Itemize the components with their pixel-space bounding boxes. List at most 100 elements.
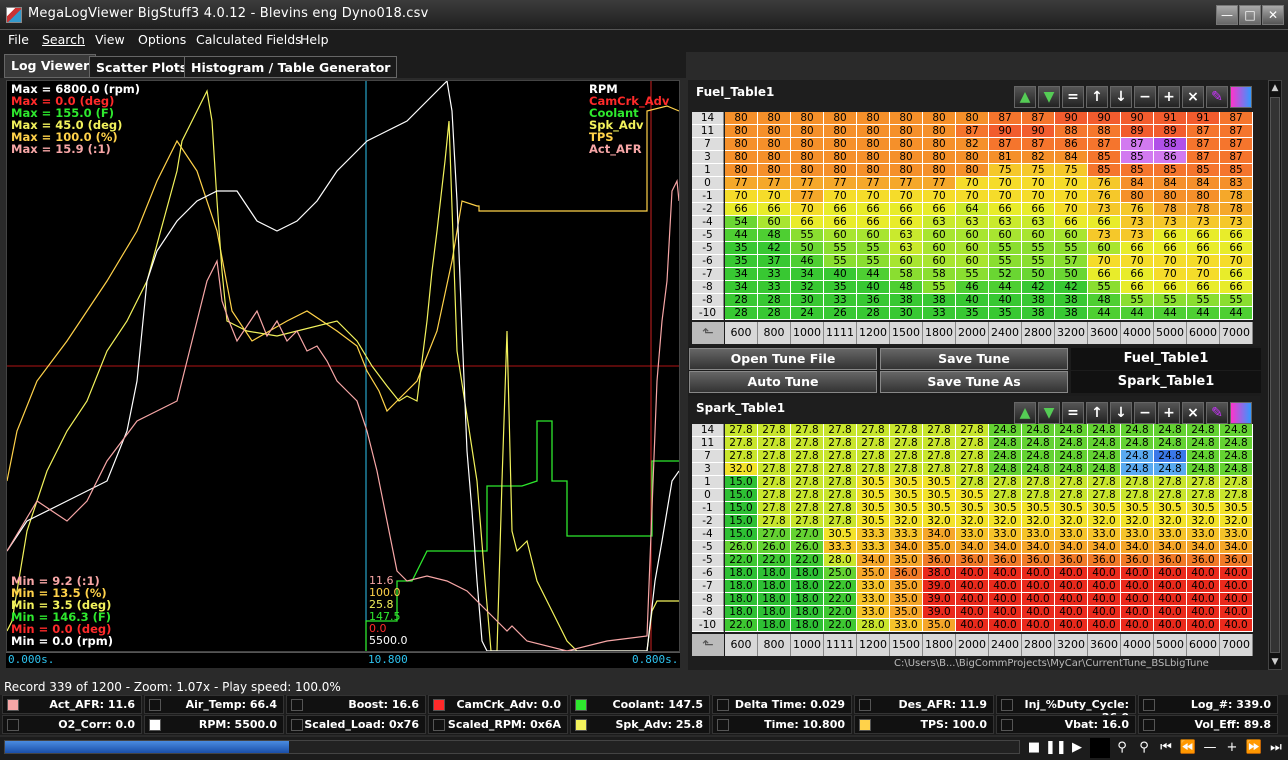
table-cell[interactable]: 24.8 bbox=[1088, 437, 1121, 450]
pencil-icon[interactable]: ✎ bbox=[1206, 402, 1228, 424]
table-cell[interactable]: 55 bbox=[989, 255, 1022, 268]
table-cell[interactable]: 70 bbox=[890, 190, 923, 203]
table-cell[interactable]: 55 bbox=[1187, 294, 1220, 307]
table-cell[interactable]: 40 bbox=[857, 281, 890, 294]
table-cell[interactable]: 66 bbox=[824, 216, 857, 229]
table-cell[interactable]: 27.8 bbox=[824, 424, 857, 437]
table-cell[interactable]: 66 bbox=[890, 216, 923, 229]
zoom-out-icon[interactable]: ⚲ bbox=[1134, 738, 1154, 758]
table-cell[interactable]: 34.0 bbox=[1055, 541, 1088, 554]
table-cell[interactable]: 55 bbox=[1022, 255, 1055, 268]
playback-progress[interactable] bbox=[4, 740, 1020, 754]
table-cell[interactable]: 60 bbox=[923, 242, 956, 255]
table-cell[interactable]: 30.5 bbox=[857, 515, 890, 528]
table-cell[interactable]: 27.8 bbox=[758, 515, 791, 528]
axis-swap-icon[interactable]: ⬑ bbox=[692, 634, 724, 656]
table-cell[interactable]: 38 bbox=[923, 294, 956, 307]
table-cell[interactable]: 33.3 bbox=[857, 528, 890, 541]
tab-histogram-table-generator[interactable]: Histogram / Table Generator bbox=[184, 56, 398, 78]
table-cell[interactable]: 27.8 bbox=[956, 463, 989, 476]
table-cell[interactable]: 77 bbox=[923, 177, 956, 190]
table-cell[interactable]: 77 bbox=[857, 177, 890, 190]
table-cell[interactable]: 63 bbox=[890, 242, 923, 255]
table-cell[interactable]: 15.0 bbox=[725, 528, 758, 541]
right-panel-scrollbar[interactable]: ▲ ▼ bbox=[1268, 80, 1282, 670]
table-cell[interactable]: 66 bbox=[758, 203, 791, 216]
table-cell[interactable]: 33 bbox=[758, 281, 791, 294]
field-value-item[interactable]: Time: 10.800 bbox=[712, 715, 852, 734]
table-cell[interactable]: 80 bbox=[890, 164, 923, 177]
table-cell[interactable]: 87 bbox=[1220, 151, 1253, 164]
table-cell[interactable]: 80 bbox=[857, 138, 890, 151]
table-cell[interactable]: 33.3 bbox=[857, 541, 890, 554]
table-cell[interactable]: 66 bbox=[824, 203, 857, 216]
table-cell[interactable]: 50 bbox=[1055, 268, 1088, 281]
table-cell[interactable]: 82 bbox=[1022, 151, 1055, 164]
table-cell[interactable]: 66 bbox=[1187, 242, 1220, 255]
table-cell[interactable]: 27.8 bbox=[956, 437, 989, 450]
table-cell[interactable]: 34 bbox=[725, 281, 758, 294]
table-cell[interactable]: 34.0 bbox=[890, 541, 923, 554]
table-cell[interactable]: 28 bbox=[857, 307, 890, 320]
table-cell[interactable]: 35 bbox=[725, 255, 758, 268]
table-cell[interactable]: 34.0 bbox=[1154, 541, 1187, 554]
skip-start-icon[interactable]: ⏮ bbox=[1156, 738, 1176, 758]
table-cell[interactable]: 60 bbox=[857, 229, 890, 242]
table-cell[interactable]: 80 bbox=[791, 151, 824, 164]
table-cell[interactable]: 18.0 bbox=[791, 567, 824, 580]
table-cell[interactable]: 35.0 bbox=[923, 619, 956, 632]
table-cell[interactable]: 27.8 bbox=[1220, 489, 1253, 502]
table-cell[interactable]: 60 bbox=[1055, 229, 1088, 242]
table-cell[interactable]: 85 bbox=[1088, 164, 1121, 177]
table-cell[interactable]: 40 bbox=[989, 294, 1022, 307]
table-cell[interactable]: 40.0 bbox=[1154, 567, 1187, 580]
table-cell[interactable]: 85 bbox=[1154, 164, 1187, 177]
table-cell[interactable]: 63 bbox=[923, 216, 956, 229]
table-cell[interactable]: 27.8 bbox=[824, 450, 857, 463]
table-cell[interactable]: 40 bbox=[824, 268, 857, 281]
table-cell[interactable]: 70 bbox=[1055, 190, 1088, 203]
table-cell[interactable]: 87 bbox=[956, 125, 989, 138]
table-cell[interactable]: 80 bbox=[956, 112, 989, 125]
table-cell[interactable]: 82 bbox=[956, 138, 989, 151]
table-cell[interactable]: 18.0 bbox=[791, 580, 824, 593]
table-cell[interactable]: 66 bbox=[1088, 216, 1121, 229]
table-cell[interactable]: 73 bbox=[1220, 216, 1253, 229]
table-cell[interactable]: 87 bbox=[1022, 138, 1055, 151]
table-cell[interactable]: 80 bbox=[824, 112, 857, 125]
table-cell[interactable]: 40.0 bbox=[989, 606, 1022, 619]
table-cell[interactable]: 38 bbox=[1022, 294, 1055, 307]
table-cell[interactable]: 60 bbox=[824, 229, 857, 242]
table-cell[interactable]: 24.8 bbox=[1121, 463, 1154, 476]
table-cell[interactable]: 38 bbox=[890, 294, 923, 307]
table-cell[interactable]: 40.0 bbox=[1088, 593, 1121, 606]
table-cell[interactable]: 70 bbox=[791, 203, 824, 216]
table-cell[interactable]: 28 bbox=[758, 307, 791, 320]
table-cell[interactable]: 77 bbox=[725, 177, 758, 190]
table-list-item-spark[interactable]: Spark_Table1 bbox=[1071, 371, 1261, 393]
table-cell[interactable]: 38 bbox=[1055, 294, 1088, 307]
table-cell[interactable]: 36.0 bbox=[1154, 554, 1187, 567]
table-cell[interactable]: 44 bbox=[857, 268, 890, 281]
fast-forward-icon[interactable]: ⏩ bbox=[1244, 738, 1264, 758]
table-cell[interactable]: 26 bbox=[824, 307, 857, 320]
table-cell[interactable]: 18.0 bbox=[758, 619, 791, 632]
table-cell[interactable]: 42 bbox=[1022, 281, 1055, 294]
play-icon[interactable]: ▶ bbox=[1067, 738, 1087, 758]
table-cell[interactable]: 70 bbox=[857, 190, 890, 203]
table-cell[interactable]: 27.8 bbox=[857, 463, 890, 476]
table-cell[interactable]: 40.0 bbox=[989, 567, 1022, 580]
table-cell[interactable]: 80 bbox=[1154, 190, 1187, 203]
table-cell[interactable]: 34.0 bbox=[1022, 541, 1055, 554]
table-cell[interactable]: 33.0 bbox=[1154, 528, 1187, 541]
table-cell[interactable]: 40.0 bbox=[1154, 606, 1187, 619]
table-cell[interactable]: 76 bbox=[1088, 177, 1121, 190]
table-cell[interactable]: 36.0 bbox=[923, 554, 956, 567]
table-cell[interactable]: 24.8 bbox=[989, 437, 1022, 450]
table-cell[interactable]: 34.0 bbox=[857, 554, 890, 567]
table-cell[interactable]: 22.0 bbox=[824, 593, 857, 606]
table-cell[interactable]: 80 bbox=[923, 112, 956, 125]
table-cell[interactable]: 32 bbox=[791, 281, 824, 294]
table-cell[interactable]: 40.0 bbox=[1220, 593, 1253, 606]
table-cell[interactable]: 24.8 bbox=[1088, 450, 1121, 463]
